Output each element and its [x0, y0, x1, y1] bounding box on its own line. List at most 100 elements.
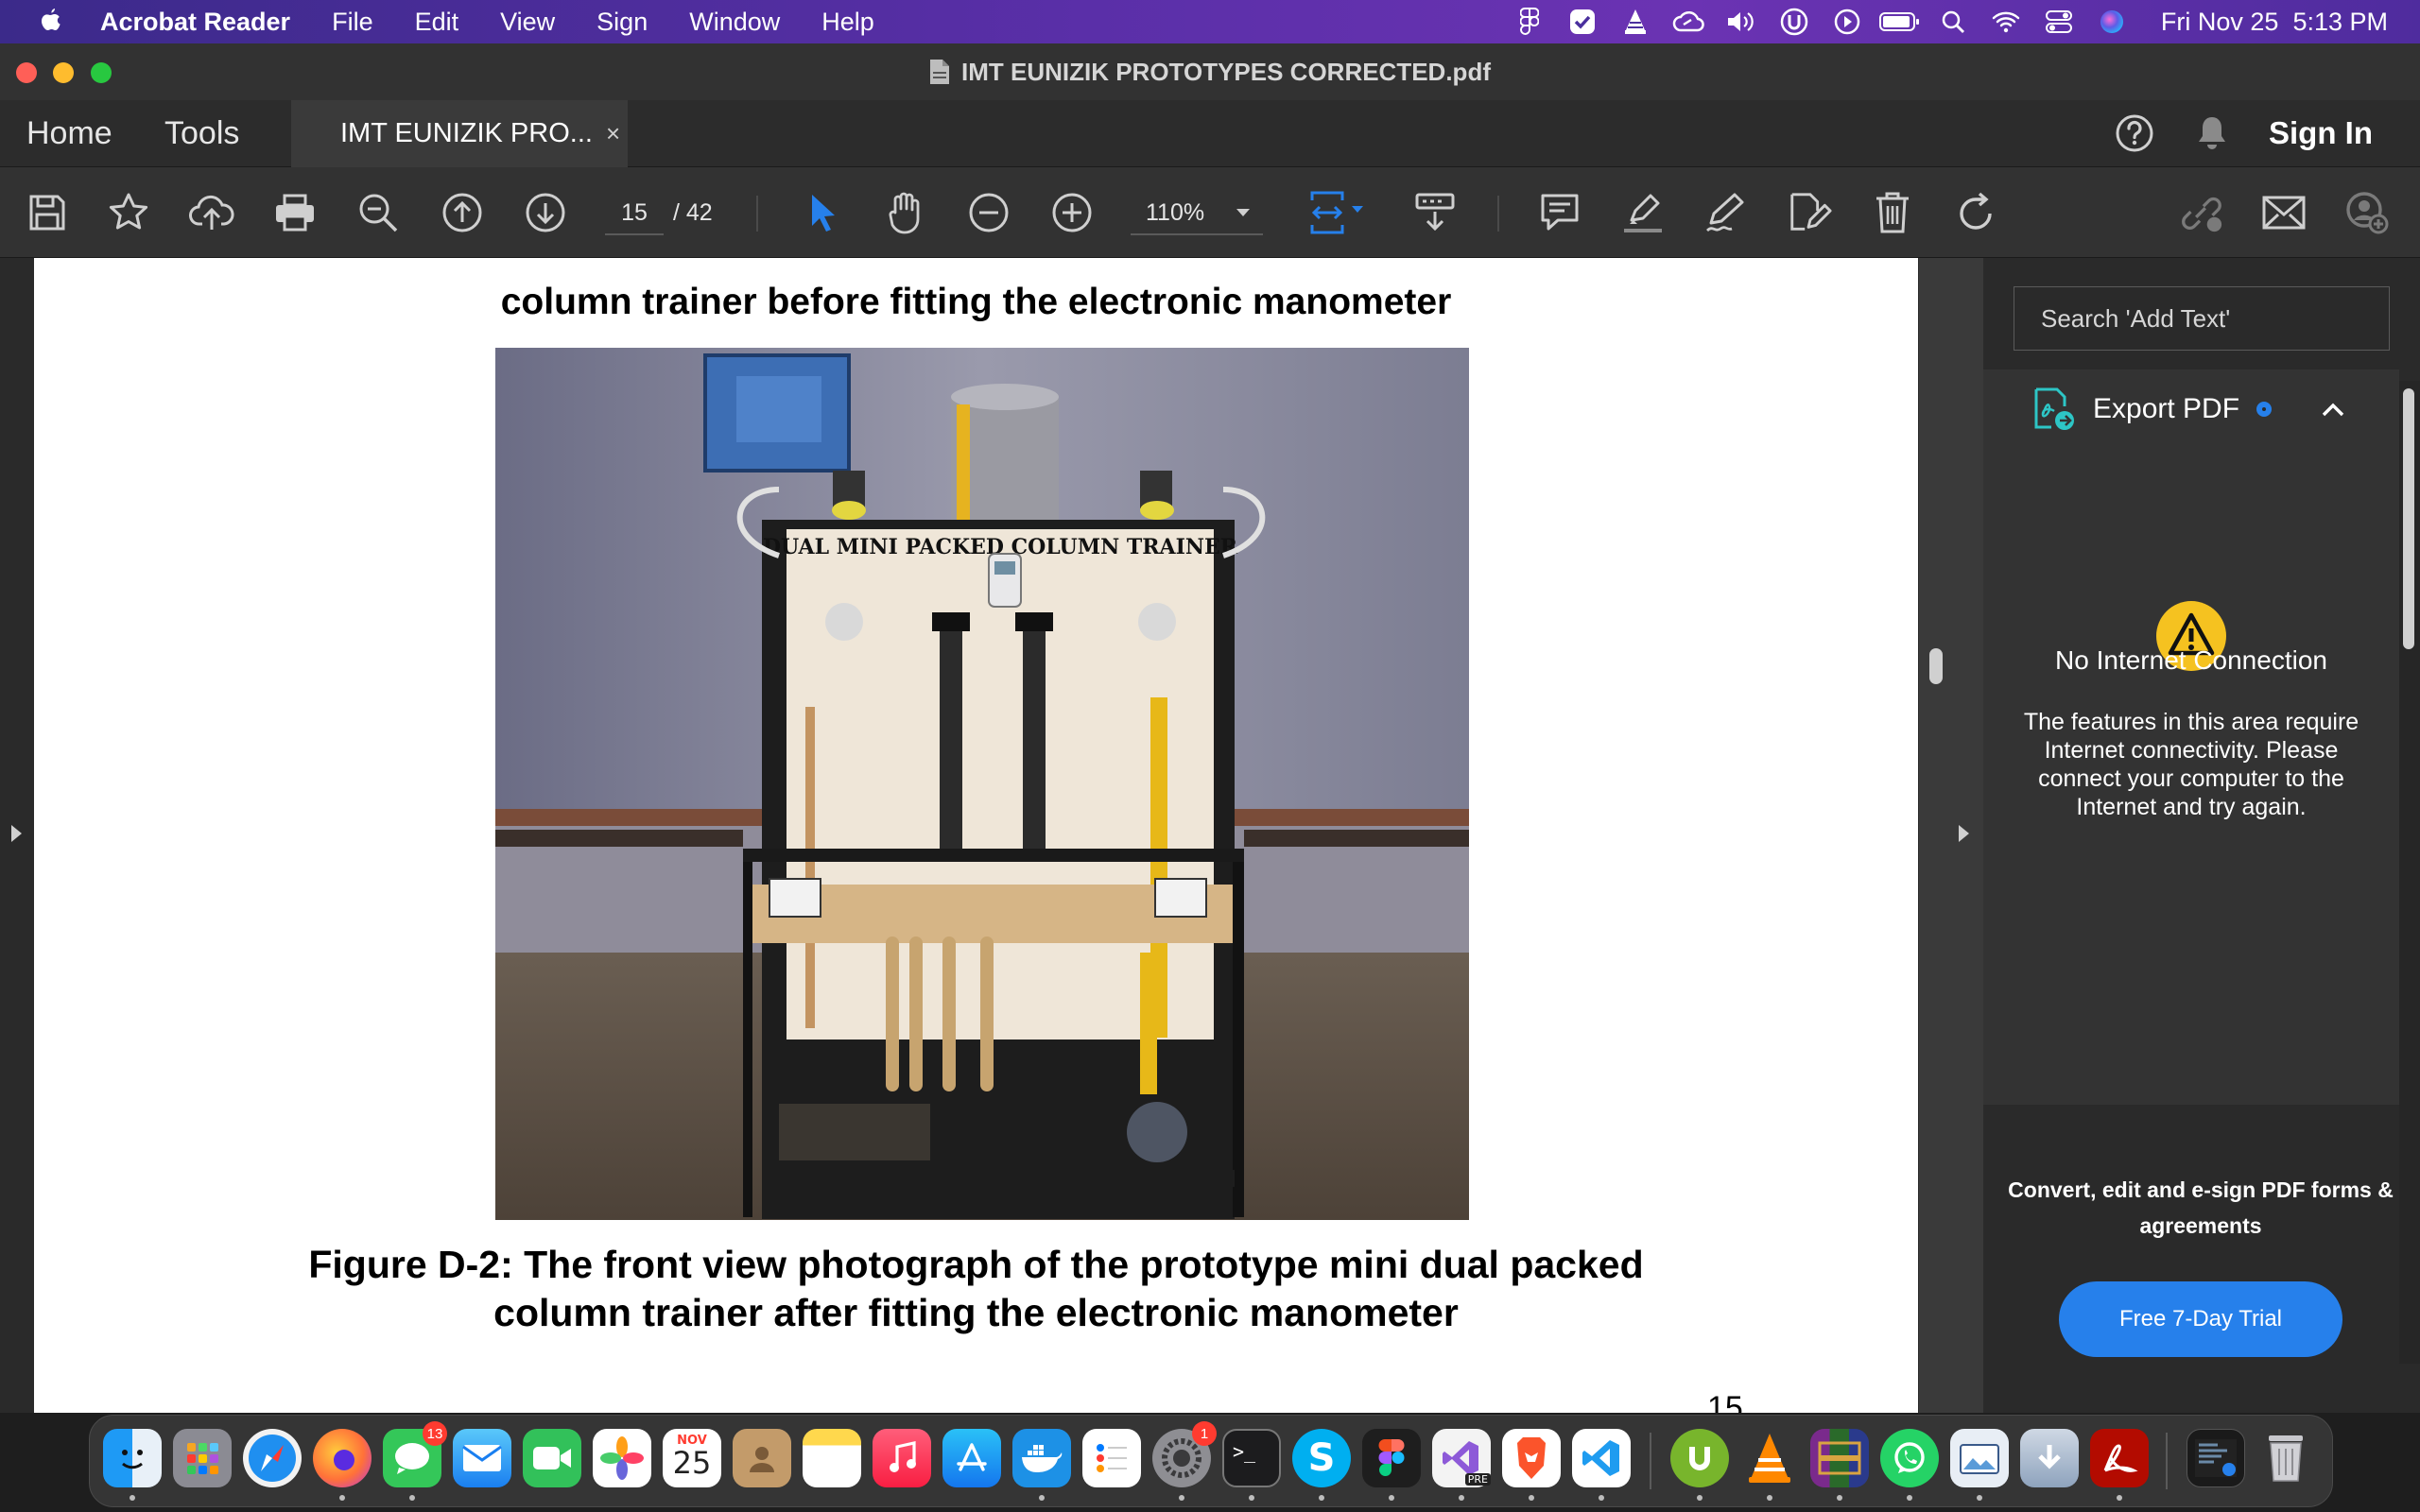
safari-icon[interactable] — [243, 1429, 302, 1487]
fit-page-icon[interactable] — [1308, 190, 1374, 235]
check-shield-icon[interactable] — [1556, 0, 1609, 43]
photos-icon[interactable] — [593, 1429, 651, 1487]
menu-sign[interactable]: Sign — [576, 8, 668, 37]
add-user-icon[interactable] — [2344, 190, 2390, 235]
winrar-icon[interactable] — [1810, 1429, 1869, 1487]
right-panel-rail — [1918, 258, 1984, 1413]
docker-icon[interactable] — [1012, 1429, 1071, 1487]
zoom-out-icon[interactable] — [966, 190, 1011, 235]
zoom-level-value: 110% — [1146, 198, 1205, 226]
skype-icon[interactable]: S — [1292, 1429, 1351, 1487]
running-indicator — [1249, 1495, 1254, 1501]
sign-in-button[interactable]: Sign In — [2269, 115, 2373, 151]
menu-view[interactable]: View — [479, 8, 576, 37]
battery-icon — [1874, 0, 1927, 43]
menu-file[interactable]: File — [311, 8, 394, 37]
expand-left-panel-icon[interactable] — [11, 825, 22, 842]
figma-app-icon[interactable] — [1362, 1429, 1421, 1487]
firefox-icon[interactable] — [313, 1429, 372, 1487]
side-panel-scroll-thumb[interactable] — [2403, 388, 2414, 649]
menu-bar-clock[interactable]: Fri Nov 25 5:13 PM — [2161, 8, 2388, 37]
vlc-icon[interactable] — [1740, 1429, 1799, 1487]
add-text-search-input[interactable]: Search 'Add Text' — [2014, 286, 2390, 351]
notifications-bell-icon[interactable] — [2193, 111, 2231, 156]
print-icon[interactable] — [272, 190, 318, 235]
comment-icon[interactable] — [1537, 190, 1582, 235]
running-indicator — [339, 1495, 345, 1501]
calendar-icon[interactable]: NOV 25 — [663, 1429, 721, 1487]
whatsapp-icon[interactable] — [1880, 1429, 1939, 1487]
delete-icon[interactable] — [1870, 190, 1915, 235]
page-up-icon[interactable] — [440, 190, 485, 235]
utorrent-status-icon[interactable] — [1768, 0, 1821, 43]
collapse-right-panel-icon[interactable] — [1959, 825, 1969, 842]
highlight-icon[interactable] — [1620, 190, 1666, 235]
help-icon[interactable] — [2112, 111, 2157, 156]
document-scrollbar-thumb[interactable] — [1929, 648, 1943, 684]
brave-icon[interactable] — [1502, 1429, 1561, 1487]
launchpad-icon[interactable] — [173, 1429, 232, 1487]
rotate-icon[interactable] — [1953, 190, 1998, 235]
export-pdf-header[interactable]: Export PDF — [1983, 369, 2399, 449]
search-icon[interactable] — [1927, 0, 1979, 43]
terminal-icon[interactable]: >_ — [1222, 1429, 1281, 1487]
link-icon[interactable] — [2178, 190, 2223, 235]
zoom-in-icon[interactable] — [1049, 190, 1095, 235]
tab-close-icon[interactable]: × — [606, 119, 620, 148]
play-icon[interactable] — [1821, 0, 1874, 43]
tab-document[interactable]: IMT EUNIZIK PRO... × — [291, 100, 628, 167]
zoom-search-icon[interactable] — [355, 190, 401, 235]
facetime-icon[interactable] — [523, 1429, 581, 1487]
menu-edit[interactable]: Edit — [394, 8, 480, 37]
vscode-icon[interactable] — [1572, 1429, 1631, 1487]
utorrent-icon[interactable] — [1670, 1429, 1729, 1487]
terminal-prompt: >_ — [1232, 1440, 1256, 1463]
creative-cloud-icon[interactable] — [1662, 0, 1715, 43]
visual-studio-preview-icon[interactable]: PRE — [1432, 1429, 1491, 1487]
notes-icon[interactable] — [803, 1429, 861, 1487]
upload-cloud-icon[interactable] — [189, 190, 234, 235]
figma-icon[interactable] — [1503, 0, 1556, 43]
wifi-icon[interactable] — [1979, 0, 2032, 43]
tab-home[interactable]: Home — [26, 100, 112, 166]
menu-help[interactable]: Help — [801, 8, 895, 37]
acrobat-reader-icon[interactable] — [2090, 1429, 2149, 1487]
scroll-mode-icon[interactable] — [1412, 190, 1458, 235]
volume-icon[interactable] — [1715, 0, 1768, 43]
siri-icon[interactable] — [2085, 0, 2138, 43]
mail-icon[interactable] — [453, 1429, 511, 1487]
messages-badge: 13 — [423, 1421, 447, 1446]
downloads-icon[interactable] — [2020, 1429, 2079, 1487]
menu-window[interactable]: Window — [668, 8, 801, 37]
preview-icon[interactable] — [1950, 1429, 2009, 1487]
vlc-status-icon[interactable] — [1609, 0, 1662, 43]
screen-thumbnail-icon[interactable] — [2187, 1429, 2245, 1487]
music-icon[interactable] — [873, 1429, 931, 1487]
app-store-icon[interactable] — [942, 1429, 1001, 1487]
reminders-icon[interactable] — [1082, 1429, 1141, 1487]
hand-icon[interactable] — [883, 190, 928, 235]
page-down-icon[interactable] — [523, 190, 568, 235]
star-icon[interactable] — [106, 190, 151, 235]
free-trial-button[interactable]: Free 7-Day Trial — [2059, 1281, 2342, 1357]
page-number-input[interactable]: 15 — [605, 192, 664, 235]
menu-app-name[interactable]: Acrobat Reader — [72, 8, 311, 37]
promo-area — [1983, 1105, 2399, 1413]
chevron-up-icon[interactable] — [2321, 401, 2345, 418]
skype-letter: S — [1307, 1436, 1336, 1480]
apple-menu-icon[interactable] — [28, 0, 72, 43]
save-icon[interactable] — [25, 190, 70, 235]
draw-icon[interactable] — [1703, 190, 1749, 235]
fill-sign-icon[interactable] — [1787, 190, 1832, 235]
select-arrow-icon[interactable] — [800, 190, 845, 235]
contacts-icon[interactable] — [733, 1429, 791, 1487]
trash-icon[interactable] — [2256, 1429, 2315, 1487]
running-indicator — [1529, 1495, 1534, 1501]
control-center-icon[interactable] — [2032, 0, 2085, 43]
email-icon[interactable] — [2261, 190, 2307, 235]
tab-tools[interactable]: Tools — [164, 100, 239, 166]
zoom-level-dropdown[interactable]: 110% — [1131, 192, 1263, 235]
menu-bar-status-area: Fri Nov 25 5:13 PM — [1503, 0, 2420, 43]
running-indicator — [1907, 1495, 1912, 1501]
finder-icon[interactable] — [103, 1429, 162, 1487]
